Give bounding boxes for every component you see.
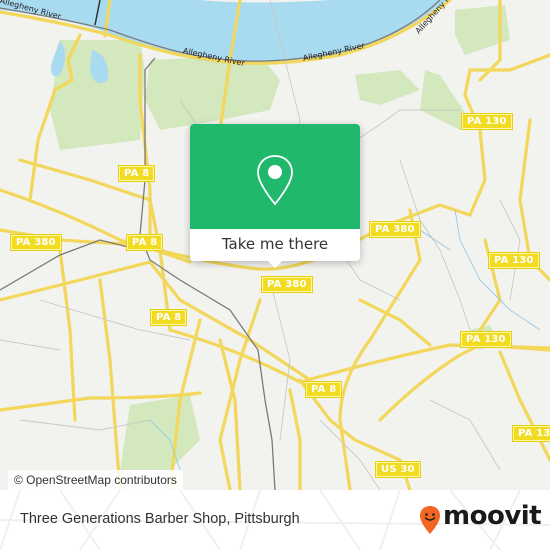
route-shield: US 30	[376, 462, 420, 477]
route-shield: PA 8	[151, 310, 187, 325]
location-pin-icon	[257, 155, 293, 206]
moovit-smile-pin-icon	[420, 506, 440, 534]
map-attribution[interactable]: © OpenStreetMap contributors	[8, 470, 183, 490]
place-name: Three Generations Barber Shop, Pittsburg…	[20, 511, 300, 527]
route-shield: PA 130	[489, 253, 539, 268]
route-shield: PA 130	[513, 426, 550, 441]
footer-bar: Three Generations Barber Shop, Pittsburg…	[0, 490, 550, 550]
map-view[interactable]: Allegheny River Allegheny River Alleghen…	[0, 0, 550, 490]
route-shield: PA 8	[306, 382, 342, 397]
route-shield: PA 380	[262, 277, 312, 292]
take-me-there-button[interactable]: Take me there	[190, 229, 360, 261]
route-shield: PA 130	[461, 332, 511, 347]
popup-pointer	[268, 261, 282, 268]
take-me-there-popup[interactable]: Take me there	[190, 124, 360, 268]
route-shield: PA 8	[127, 235, 163, 250]
route-shield: PA 380	[370, 222, 420, 237]
popup-header[interactable]	[190, 124, 360, 229]
route-shield: PA 8	[119, 166, 155, 181]
route-shield: PA 130	[462, 114, 512, 129]
brand-name: moovit	[443, 501, 542, 531]
route-shield: PA 380	[11, 235, 61, 250]
